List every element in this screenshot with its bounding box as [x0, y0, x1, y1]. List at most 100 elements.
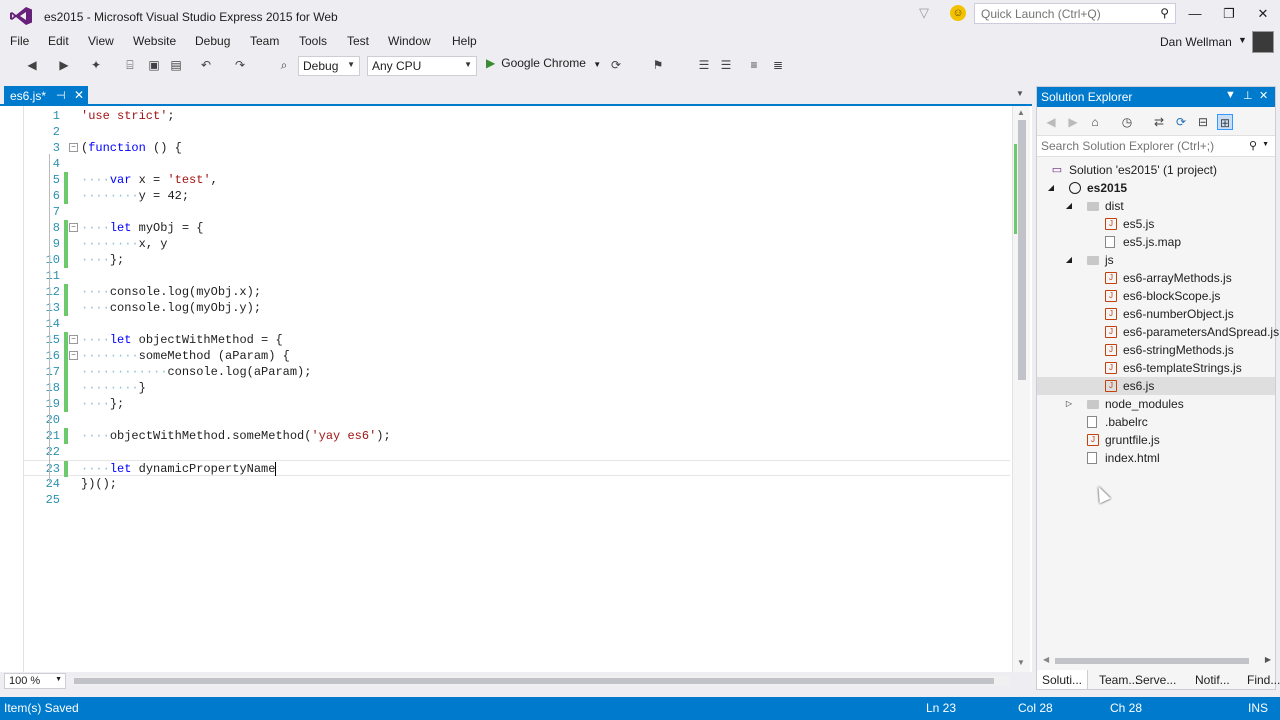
code-line[interactable]: 18 ········} — [24, 380, 1010, 396]
solution-explorer-search[interactable]: ⚲ ▼ — [1037, 135, 1275, 157]
tree-item-file[interactable]: J es6-parametersAndSpread.js — [1037, 323, 1279, 341]
close-icon[interactable]: ✕ — [1259, 89, 1268, 102]
menu-window[interactable]: Window — [388, 34, 431, 48]
code-line[interactable]: 15− ····let objectWithMethod = { — [24, 332, 1010, 348]
tab-es6-js[interactable]: es6.js* ⊣ ✕ — [4, 86, 88, 106]
undo-icon[interactable]: ↶ — [198, 57, 214, 73]
chevron-down-icon[interactable]: ▼ — [1238, 35, 1247, 45]
menu-tools[interactable]: Tools — [299, 34, 327, 48]
tree-item-folder-node-modules[interactable]: ▷ node_modules — [1037, 395, 1275, 413]
expanded-triangle-icon[interactable]: ◢ — [1064, 251, 1074, 269]
tree-item-file[interactable]: J gruntfile.js — [1037, 431, 1275, 449]
code-line[interactable]: 16− ········someMethod (aParam) { — [24, 348, 1010, 364]
tree-item-file[interactable]: es5.js.map — [1037, 233, 1275, 251]
quick-launch-input[interactable] — [975, 4, 1145, 23]
code-line[interactable]: 3− (function () { — [24, 140, 1010, 156]
collapse-outline-icon[interactable]: − — [69, 143, 78, 152]
new-project-icon[interactable]: ✦ — [88, 57, 104, 73]
code-line[interactable]: 19 ····}; — [24, 396, 1010, 412]
start-debugging-button[interactable]: ▶ Google Chrome ▼ — [486, 56, 601, 70]
menu-edit[interactable]: Edit — [48, 34, 69, 48]
minimize-button[interactable]: — — [1182, 4, 1208, 24]
refresh-icon[interactable]: ⟳ — [1173, 114, 1189, 130]
pending-changes-filter-icon[interactable]: ◷ — [1119, 114, 1135, 130]
code-line[interactable]: 9 ········x, y — [24, 236, 1010, 252]
search-icon[interactable]: ⚲ — [1249, 139, 1257, 152]
scroll-down-icon[interactable]: ▼ — [1017, 658, 1025, 667]
tree-item-file[interactable]: J es5.js — [1037, 215, 1275, 233]
code-line[interactable]: 14 — [24, 316, 1010, 332]
solution-explorer-horizontal-scrollbar[interactable]: ◀ ▶ — [1041, 655, 1271, 665]
avatar[interactable] — [1252, 31, 1274, 53]
close-icon[interactable]: ✕ — [74, 88, 84, 102]
notification-filter-icon[interactable]: ▽ — [919, 5, 929, 21]
expanded-triangle-icon[interactable]: ◢ — [1064, 197, 1074, 215]
tree-item-file-selected[interactable]: J es6.js — [1037, 377, 1275, 395]
close-button[interactable]: ✕ — [1250, 4, 1276, 24]
code-line[interactable]: 10 ····}; — [24, 252, 1010, 268]
restore-button[interactable]: ❐ — [1216, 4, 1242, 24]
menu-file[interactable]: File — [10, 34, 29, 48]
menu-debug[interactable]: Debug — [195, 34, 230, 48]
tab-find-results[interactable]: Find... — [1242, 670, 1280, 690]
tree-item-file[interactable]: J es6-templateStrings.js — [1037, 359, 1275, 377]
editor-horizontal-scrollbar[interactable] — [70, 676, 1010, 686]
code-line[interactable]: 17 ············console.log(aParam); — [24, 364, 1010, 380]
refresh-browser-icon[interactable]: ⟳ — [608, 57, 624, 73]
tree-item-file[interactable]: .babelrc — [1037, 413, 1275, 431]
code-line[interactable]: 24})(); — [24, 476, 1010, 492]
back-icon[interactable]: ◀ — [1043, 114, 1059, 130]
forward-icon[interactable]: ▶ — [1065, 114, 1081, 130]
collapse-outline-icon[interactable]: − — [69, 351, 78, 360]
save-all-icon[interactable]: ▤ — [168, 57, 184, 73]
menu-help[interactable]: Help — [452, 34, 477, 48]
comment-lines-icon[interactable]: ≡ — [746, 57, 762, 73]
code-line[interactable]: 12 ····console.log(myObj.x); — [24, 284, 1010, 300]
collapse-outline-icon[interactable]: − — [69, 223, 78, 232]
tree-item-file[interactable]: J es6-numberObject.js — [1037, 305, 1275, 323]
menu-website[interactable]: Website — [133, 34, 176, 48]
solution-platform-select[interactable]: Any CPU ▼ — [367, 56, 477, 76]
tab-notifications[interactable]: Notif... — [1190, 670, 1235, 690]
code-line[interactable]: 5 ····var x = 'test', — [24, 172, 1010, 188]
code-line[interactable]: 20 — [24, 412, 1010, 428]
quick-launch-box[interactable]: ⚲ — [974, 3, 1176, 24]
scroll-right-icon[interactable]: ▶ — [1265, 655, 1271, 664]
open-file-icon[interactable]: ⌸ — [122, 57, 138, 73]
pin-icon[interactable]: ⊥ — [1243, 89, 1253, 102]
tree-item-solution[interactable]: ▭ Solution 'es2015' (1 project) — [1037, 161, 1275, 179]
window-position-icon[interactable]: ▼ — [1225, 89, 1236, 101]
tree-item-file[interactable]: index.html — [1037, 449, 1275, 467]
show-all-files-icon[interactable]: ⊞ — [1217, 114, 1233, 130]
chevron-down-icon[interactable]: ▼ — [1262, 141, 1269, 148]
code-line[interactable]: 23 ····let dynamicPropertyName — [24, 460, 1010, 477]
scroll-left-icon[interactable]: ◀ — [1043, 655, 1049, 664]
navigate-back-icon[interactable]: ◀ — [24, 57, 40, 73]
tab-solution-explorer[interactable]: Soluti... — [1036, 670, 1089, 690]
editor-vertical-scrollbar[interactable]: ▲ ▼ — [1012, 106, 1030, 672]
tree-item-project[interactable]: ◢ es2015 — [1037, 179, 1275, 197]
code-line[interactable]: 11 — [24, 268, 1010, 284]
collapse-outline-icon[interactable]: − — [69, 335, 78, 344]
tree-item-file[interactable]: J es6-blockScope.js — [1037, 287, 1275, 305]
solution-configuration-select[interactable]: Debug ▼ — [298, 56, 360, 76]
tree-item-file[interactable]: J es6-arrayMethods.js — [1037, 269, 1275, 287]
find-in-files-icon[interactable]: ⌕ — [276, 57, 292, 73]
scroll-thumb[interactable] — [1018, 120, 1026, 380]
solution-search-input[interactable] — [1037, 136, 1237, 156]
bookmark-next-icon[interactable]: ☰ — [718, 57, 734, 73]
collapse-all-icon[interactable]: ⊟ — [1195, 114, 1211, 130]
code-line[interactable]: 4 — [24, 156, 1010, 172]
uncomment-lines-icon[interactable]: ≣ — [770, 57, 786, 73]
code-line[interactable]: 25 — [24, 492, 1010, 508]
signed-in-user[interactable]: Dan Wellman — [1160, 35, 1232, 49]
sync-with-active-document-icon[interactable]: ⇄ — [1151, 114, 1167, 130]
code-line[interactable]: 7 — [24, 204, 1010, 220]
tree-item-folder-dist[interactable]: ◢ dist — [1037, 197, 1275, 215]
bookmark-icon[interactable]: ☰ — [696, 57, 712, 73]
scroll-thumb[interactable] — [74, 678, 994, 684]
pin-icon[interactable]: ⊣ — [56, 89, 66, 102]
code-line[interactable]: 6 ········y = 42; — [24, 188, 1010, 204]
browser-link-icon[interactable]: ⚑ — [650, 57, 666, 73]
menu-view[interactable]: View — [88, 34, 114, 48]
